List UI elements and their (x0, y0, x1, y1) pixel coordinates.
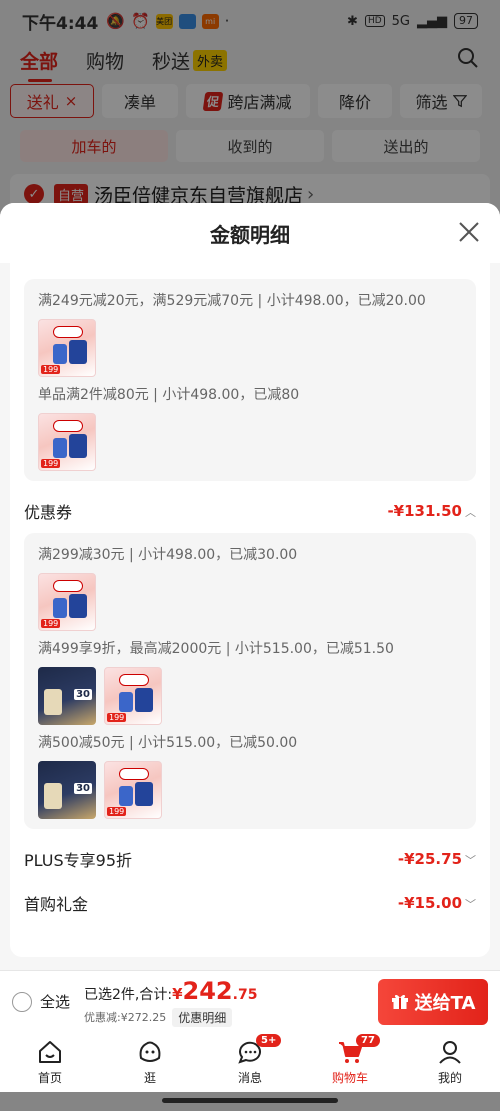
amount-detail-sheet: 金额明细 满249元减20元，满529元减70元 | 小计498.00，已减20… (0, 203, 500, 973)
give-button-label: 送给TA (414, 992, 476, 1014)
product-thumbs: 30 199 (38, 667, 462, 725)
product-thumb[interactable]: 199 (104, 667, 162, 725)
first-gift-row[interactable]: 首购礼金 -¥15.00 ﹀ (24, 881, 476, 925)
product-thumb[interactable]: 30 (38, 667, 96, 725)
coupon-amount: -¥131.50 ︿ (387, 502, 476, 520)
coupon-group: 满299减30元 | 小计498.00，已减30.00 199 满499享9折，… (24, 533, 476, 829)
product-thumb[interactable]: 199 (38, 573, 96, 631)
product-thumb[interactable]: 199 (104, 761, 162, 819)
total-summary: 已选2件,合计: ¥ 242 .75 优惠减:¥272.25 优惠明细 (84, 977, 257, 1027)
nav-browse[interactable]: 逛 (100, 1032, 200, 1092)
plus-amount: -¥25.75 ﹀ (397, 850, 476, 868)
checkout-bar: 全选 已选2件,合计: ¥ 242 .75 优惠减:¥272.25 优惠明细 送… (0, 970, 500, 1032)
product-thumbs: 199 (38, 319, 462, 377)
cart-badge: 77 (356, 1034, 380, 1047)
promo-group: 满249元减20元，满529元减70元 | 小计498.00，已减20.00 1… (24, 279, 476, 481)
messages-badge: 5+ (256, 1034, 282, 1047)
coupon-rule: 满299减30元 | 小计498.00，已减30.00 (38, 547, 298, 563)
selected-prefix: 已选2件,合计: (84, 986, 173, 1003)
chevron-up-icon: ︿ (465, 506, 476, 519)
coupon-label: 优惠券 (24, 503, 73, 522)
coupon-rule: 满500减50元 | 小计515.00，已减50.00 (38, 735, 298, 751)
plus-label: PLUS专享95折 (24, 851, 132, 870)
chevron-down-icon: ﹀ (465, 898, 476, 911)
coupon-row[interactable]: 优惠券 -¥131.50 ︿ (24, 489, 476, 533)
close-icon[interactable] (458, 221, 480, 243)
select-all-label[interactable]: 全选 (40, 991, 70, 1012)
product-thumbs: 199 (38, 413, 462, 471)
chevron-down-icon: ﹀ (465, 854, 476, 867)
product-thumb[interactable]: 199 (38, 319, 96, 377)
total-line: 已选2件,合计: ¥ 242 .75 (84, 977, 257, 1005)
nav-home-label: 首页 (37, 1071, 62, 1085)
promo-rule: 单品满2件减80元 | 小计498.00，已减80 (38, 387, 300, 403)
discount-detail-button[interactable]: 优惠明细 (172, 1007, 233, 1027)
sheet-title: 金额明细 (210, 222, 290, 247)
nav-browse-label: 逛 (143, 1071, 156, 1085)
give-button[interactable]: 送给TA (378, 978, 488, 1025)
product-thumbs: 30 199 (38, 761, 462, 819)
nav-me-label: 我的 (437, 1071, 462, 1085)
home-icon (39, 1041, 61, 1063)
select-all-radio[interactable] (12, 991, 32, 1012)
nav-messages[interactable]: 消息 5+ (200, 1032, 300, 1092)
bottom-nav: 首页 逛 消息 5+ 购物车 77 我的 (0, 1032, 500, 1092)
sheet-header: 金额明细 (0, 203, 500, 263)
total-integer: 242 (182, 976, 233, 1005)
promo-rule: 满249元减20元，满529元减70元 | 小计498.00，已减20.00 (38, 293, 426, 309)
total-decimal: .75 (232, 986, 258, 1003)
sheet-body: 满249元减20元，满529元减70元 | 小计498.00，已减20.00 1… (10, 263, 490, 957)
yen-symbol: ¥ (172, 984, 183, 1003)
nav-cart-label: 购物车 (331, 1071, 368, 1085)
nav-home[interactable]: 首页 (0, 1032, 100, 1092)
nav-me[interactable]: 我的 (400, 1032, 500, 1092)
browse-icon (139, 1041, 161, 1062)
gift-icon (391, 994, 408, 1009)
nav-cart[interactable]: 购物车 77 (300, 1032, 400, 1092)
profile-icon (439, 1041, 461, 1064)
nav-messages-label: 消息 (237, 1071, 262, 1085)
home-indicator[interactable] (162, 1098, 338, 1103)
coupon-rule: 满499享9折，最高减2000元 | 小计515.00，已减51.50 (38, 641, 394, 657)
first-gift-label: 首购礼金 (24, 895, 89, 914)
product-thumb[interactable]: 199 (38, 413, 96, 471)
plus-row[interactable]: PLUS专享95折 -¥25.75 ﹀ (24, 837, 476, 881)
discount-text: 优惠减:¥272.25 (84, 1011, 167, 1024)
discount-line: 优惠减:¥272.25 优惠明细 (84, 1007, 257, 1027)
first-gift-amount: -¥15.00 ﹀ (397, 894, 476, 912)
product-thumbs: 199 (38, 573, 462, 631)
product-thumb[interactable]: 30 (38, 761, 96, 819)
